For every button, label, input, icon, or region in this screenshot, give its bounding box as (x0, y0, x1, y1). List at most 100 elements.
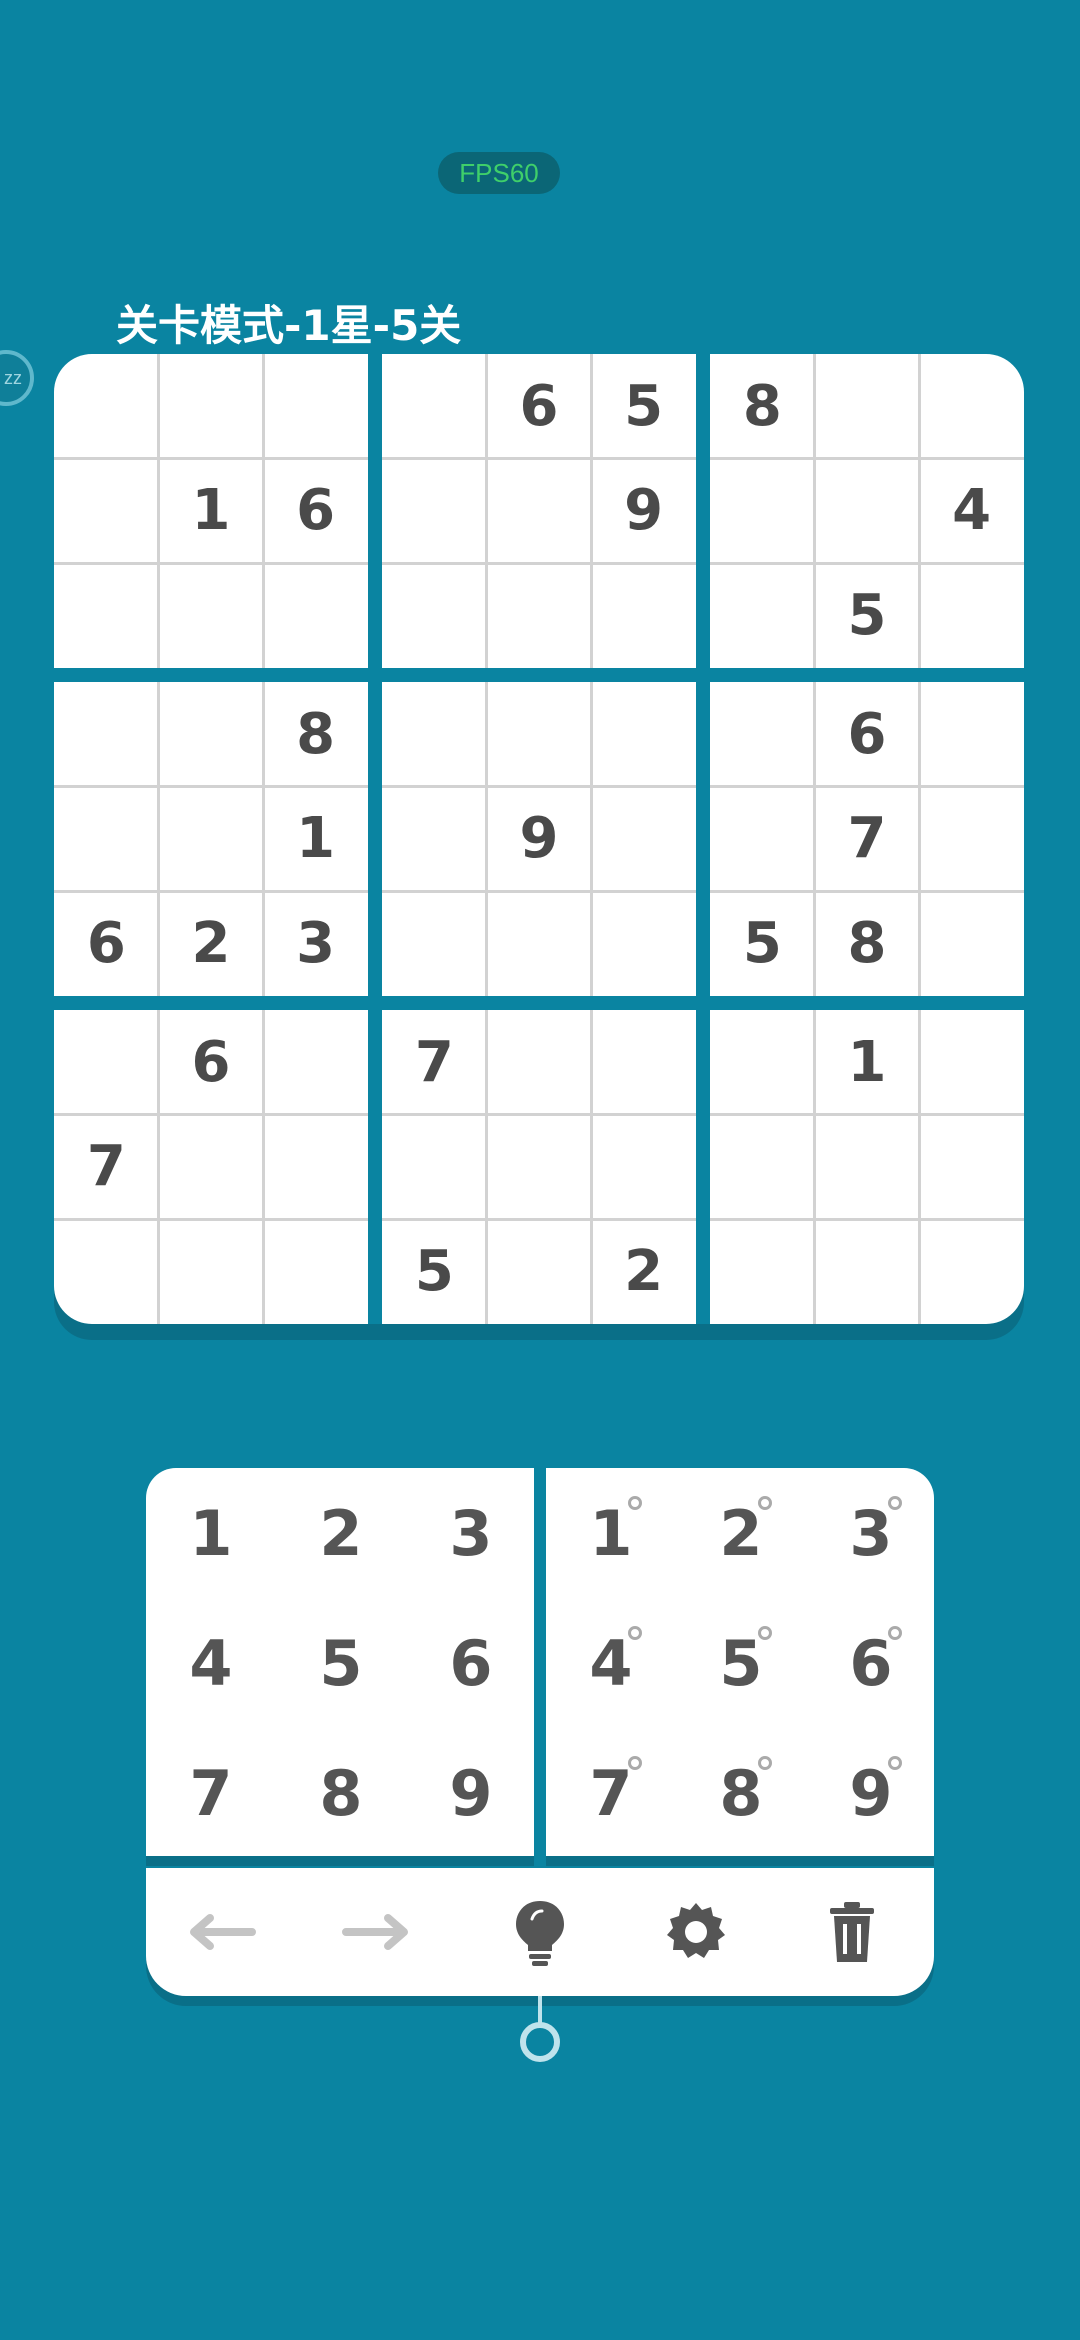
sudoku-cell[interactable] (487, 1219, 592, 1324)
sudoku-cell[interactable]: 8 (710, 354, 815, 459)
sudoku-cell[interactable] (919, 563, 1024, 668)
sudoku-cell[interactable] (710, 1010, 815, 1115)
sudoku-cell[interactable] (815, 459, 920, 564)
sudoku-cell[interactable] (710, 1219, 815, 1324)
note-number-key[interactable]: 9 (806, 1728, 936, 1858)
note-number-key[interactable]: 7 (546, 1728, 676, 1858)
sudoku-cell[interactable] (382, 563, 487, 668)
fill-number-key[interactable]: 9 (406, 1728, 536, 1858)
hint-button[interactable] (500, 1892, 580, 1972)
settings-button[interactable] (656, 1892, 736, 1972)
sudoku-cell[interactable] (263, 1219, 368, 1324)
sudoku-cell[interactable]: 6 (54, 891, 159, 996)
sudoku-cell[interactable] (815, 1115, 920, 1220)
sudoku-cell[interactable] (591, 1115, 696, 1220)
sudoku-cell[interactable]: 6 (159, 1010, 264, 1115)
sudoku-cell[interactable] (919, 787, 1024, 892)
note-number-key[interactable]: 2 (676, 1468, 806, 1598)
floating-assist-button[interactable]: zz (0, 350, 34, 406)
sudoku-cell[interactable]: 5 (815, 563, 920, 668)
sudoku-cell[interactable]: 5 (710, 891, 815, 996)
sudoku-cell[interactable] (487, 563, 592, 668)
sudoku-cell[interactable]: 3 (263, 891, 368, 996)
note-number-key[interactable]: 4 (546, 1598, 676, 1728)
sudoku-cell[interactable]: 5 (382, 1219, 487, 1324)
sudoku-cell[interactable] (159, 787, 264, 892)
sudoku-cell[interactable]: 6 (815, 682, 920, 787)
sudoku-cell[interactable] (710, 787, 815, 892)
fill-number-key[interactable]: 1 (146, 1468, 276, 1598)
sudoku-cell[interactable]: 6 (487, 354, 592, 459)
sudoku-cell[interactable] (487, 1115, 592, 1220)
sudoku-cell[interactable] (591, 891, 696, 996)
sudoku-cell[interactable] (591, 787, 696, 892)
sudoku-cell[interactable] (263, 563, 368, 668)
sudoku-cell[interactable] (54, 459, 159, 564)
sudoku-cell[interactable] (382, 682, 487, 787)
sudoku-cell[interactable] (710, 1115, 815, 1220)
sudoku-cell[interactable] (591, 1010, 696, 1115)
note-number-key[interactable]: 5 (676, 1598, 806, 1728)
fill-number-key[interactable]: 3 (406, 1468, 536, 1598)
sudoku-cell[interactable]: 7 (54, 1115, 159, 1220)
sudoku-cell[interactable] (382, 459, 487, 564)
sudoku-cell[interactable]: 1 (815, 1010, 920, 1115)
sudoku-cell[interactable] (487, 891, 592, 996)
sudoku-cell[interactable]: 1 (263, 787, 368, 892)
sudoku-cell[interactable] (159, 563, 264, 668)
fill-number-key[interactable]: 6 (406, 1598, 536, 1728)
sudoku-cell[interactable] (159, 1219, 264, 1324)
sudoku-cell[interactable] (815, 354, 920, 459)
sudoku-cell[interactable] (54, 682, 159, 787)
note-number-key[interactable]: 1 (546, 1468, 676, 1598)
sudoku-cell[interactable] (159, 682, 264, 787)
sudoku-cell[interactable] (263, 1010, 368, 1115)
redo-button[interactable] (338, 1892, 418, 1972)
sudoku-cell[interactable] (919, 1010, 1024, 1115)
sudoku-cell[interactable] (263, 354, 368, 459)
sudoku-cell[interactable] (159, 1115, 264, 1220)
sudoku-cell[interactable] (710, 563, 815, 668)
sudoku-cell[interactable] (54, 787, 159, 892)
sudoku-cell[interactable] (591, 563, 696, 668)
undo-button[interactable] (180, 1892, 260, 1972)
sudoku-cell[interactable]: 6 (263, 459, 368, 564)
sudoku-cell[interactable]: 1 (159, 459, 264, 564)
sudoku-cell[interactable] (919, 1115, 1024, 1220)
sudoku-cell[interactable] (382, 787, 487, 892)
sudoku-cell[interactable] (54, 563, 159, 668)
note-number-key[interactable]: 3 (806, 1468, 936, 1598)
sudoku-cell[interactable] (382, 891, 487, 996)
sudoku-cell[interactable] (710, 682, 815, 787)
sudoku-cell[interactable] (263, 1115, 368, 1220)
sudoku-cell[interactable]: 8 (263, 682, 368, 787)
sudoku-cell[interactable] (919, 891, 1024, 996)
sudoku-cell[interactable]: 9 (591, 459, 696, 564)
sudoku-cell[interactable]: 7 (382, 1010, 487, 1115)
sudoku-cell[interactable] (54, 354, 159, 459)
sudoku-cell[interactable] (919, 682, 1024, 787)
sudoku-cell[interactable]: 8 (815, 891, 920, 996)
sudoku-cell[interactable] (815, 1219, 920, 1324)
sudoku-cell[interactable] (159, 354, 264, 459)
sudoku-cell[interactable] (487, 682, 592, 787)
sudoku-cell[interactable]: 7 (815, 787, 920, 892)
sudoku-cell[interactable]: 2 (591, 1219, 696, 1324)
fill-number-key[interactable]: 2 (276, 1468, 406, 1598)
fill-number-key[interactable]: 8 (276, 1728, 406, 1858)
fill-number-key[interactable]: 4 (146, 1598, 276, 1728)
sudoku-cell[interactable] (710, 459, 815, 564)
sudoku-cell[interactable] (919, 354, 1024, 459)
sudoku-cell[interactable] (382, 1115, 487, 1220)
sudoku-cell[interactable] (487, 459, 592, 564)
sudoku-cell[interactable]: 5 (591, 354, 696, 459)
delete-button[interactable] (812, 1892, 892, 1972)
sudoku-cell[interactable] (54, 1010, 159, 1115)
sudoku-cell[interactable] (591, 682, 696, 787)
sudoku-cell[interactable] (919, 1219, 1024, 1324)
sudoku-cell[interactable] (382, 354, 487, 459)
fill-number-key[interactable]: 5 (276, 1598, 406, 1728)
fill-number-key[interactable]: 7 (146, 1728, 276, 1858)
sudoku-cell[interactable]: 9 (487, 787, 592, 892)
note-number-key[interactable]: 8 (676, 1728, 806, 1858)
